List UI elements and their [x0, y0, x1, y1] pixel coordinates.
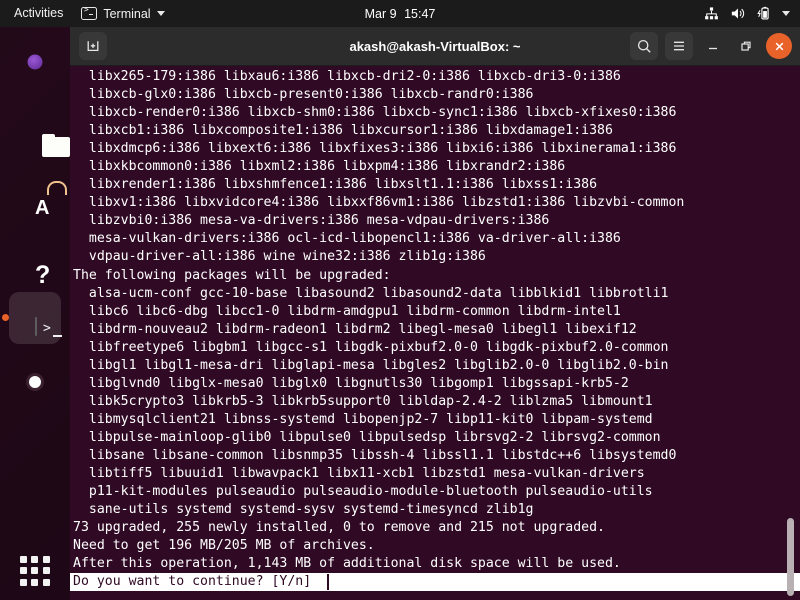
chevron-down-icon — [156, 11, 165, 16]
dock-item-software[interactable]: A — [9, 164, 61, 219]
desktop: Activities Terminal Mar 9 15:47 — [0, 0, 800, 600]
grid-dot — [31, 567, 39, 575]
activities-button[interactable]: Activities — [0, 0, 73, 27]
terminal-text: libx265-179:i386 libxau6:i386 libxcb-dri… — [73, 69, 685, 572]
text-cursor — [327, 574, 330, 591]
terminal-icon — [81, 5, 98, 20]
close-icon — [775, 42, 783, 50]
maximize-button[interactable] — [733, 33, 759, 59]
grid-dot — [31, 578, 39, 586]
minimize-icon — [709, 47, 717, 50]
system-tray[interactable] — [704, 0, 790, 27]
search-button[interactable] — [630, 32, 658, 60]
clock-date: Mar 9 — [364, 6, 397, 21]
grid-dot — [42, 567, 50, 575]
grid-dot — [20, 556, 27, 563]
terminal-dock-icon — [35, 317, 37, 336]
battery-icon — [757, 6, 769, 20]
gnome-top-bar: Activities Terminal Mar 9 15:47 — [0, 0, 800, 27]
dock-item-files[interactable] — [9, 100, 61, 152]
terminal-window: akash@akash-VirtualBox: ~ libx265-179:i3… — [70, 27, 800, 600]
tray-chevron-down-icon — [782, 11, 790, 16]
terminal-titlebar: akash@akash-VirtualBox: ~ — [70, 27, 800, 66]
restore-icon — [741, 41, 751, 51]
terminal-prompt-line: Do you want to continue? [Y/n] — [70, 573, 800, 592]
dock: A — [0, 27, 70, 600]
app-menu-button[interactable]: Terminal — [73, 0, 172, 27]
clock-time: 15:47 — [404, 6, 436, 21]
show-applications-button[interactable] — [20, 556, 50, 586]
network-icon — [705, 7, 718, 20]
prompt-text: Do you want to continue? [Y/n] — [73, 574, 320, 590]
hamburger-menu-icon — [674, 41, 684, 51]
search-icon — [637, 39, 651, 53]
close-button[interactable] — [766, 33, 792, 59]
terminal-scrollbar[interactable] — [787, 518, 794, 597]
dock-item-terminal[interactable] — [2, 292, 61, 344]
dock-item-help[interactable] — [9, 228, 61, 280]
menu-button[interactable] — [665, 32, 693, 60]
dock-item-disc[interactable] — [9, 356, 61, 408]
new-tab-button[interactable] — [79, 32, 107, 60]
grid-dot — [42, 578, 50, 586]
grid-dot — [31, 556, 39, 563]
grid-dot — [20, 578, 27, 586]
terminal-output-area[interactable]: libx265-179:i386 libxau6:i386 libxcb-dri… — [70, 66, 800, 600]
volume-icon — [731, 8, 745, 19]
dock-item-firefox[interactable] — [9, 36, 61, 88]
grid-dot — [42, 556, 50, 563]
grid-dot — [20, 567, 27, 575]
app-menu-label: Terminal — [103, 6, 151, 21]
minimize-button[interactable] — [700, 33, 726, 59]
titlebar-controls — [630, 32, 792, 60]
activities-label: Activities — [14, 6, 64, 20]
new-tab-icon — [87, 41, 99, 52]
